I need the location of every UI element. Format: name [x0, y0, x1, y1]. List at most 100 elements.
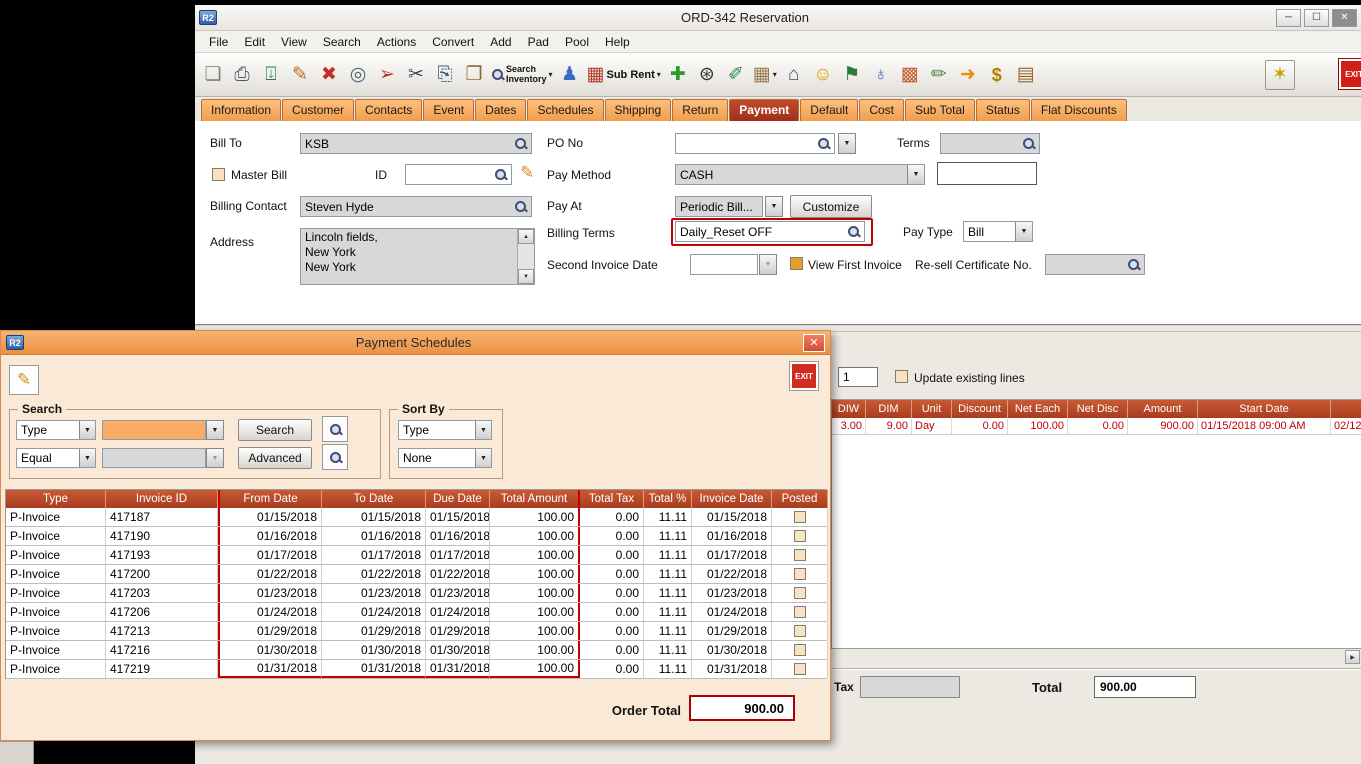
search-icon[interactable]: [494, 168, 507, 181]
search-text-dropdown-button[interactable]: [206, 420, 224, 440]
smiley-button[interactable]: ☺: [809, 57, 837, 93]
customize-button[interactable]: Customize: [790, 195, 872, 218]
sort-type-combo[interactable]: Type: [398, 420, 492, 440]
search-operator-combo[interactable]: Equal: [16, 448, 96, 468]
column-header[interactable]: Due Date: [426, 490, 490, 508]
convert-button[interactable]: ➢: [373, 57, 401, 93]
menu-item-file[interactable]: File: [201, 33, 236, 51]
table-row[interactable]: P-Invoice41719001/16/201801/16/201801/16…: [6, 527, 827, 546]
dropdown-arrow-icon[interactable]: ▾: [773, 70, 777, 79]
notes-button[interactable]: ✐: [722, 57, 750, 93]
edit-notes-button[interactable]: ✏: [925, 57, 953, 93]
column-header[interactable]: Net Each: [1008, 400, 1068, 418]
advanced-button[interactable]: Advanced: [238, 447, 312, 469]
close-button[interactable]: ✕: [1332, 9, 1357, 27]
tools-button[interactable]: ✶: [1265, 60, 1295, 90]
quantity-field[interactable]: 1: [838, 367, 878, 387]
column-header[interactable]: Total Amount: [490, 490, 580, 508]
chevron-down-icon[interactable]: [907, 165, 924, 184]
sub-rent-button[interactable]: ▦Sub Rent▾: [585, 57, 663, 93]
menu-item-edit[interactable]: Edit: [236, 33, 273, 51]
chevron-down-icon[interactable]: [475, 449, 491, 467]
pay-at-field[interactable]: Periodic Bill...: [675, 196, 763, 217]
minimize-button[interactable]: ─: [1276, 9, 1301, 27]
table-row[interactable]: P-Invoice41721901/31/201801/31/201801/31…: [6, 660, 827, 679]
column-header[interactable]: Invoice ID: [106, 490, 218, 508]
maximize-button[interactable]: ☐: [1304, 9, 1329, 27]
menu-item-help[interactable]: Help: [597, 33, 638, 51]
tax-field[interactable]: [860, 676, 960, 698]
view-button[interactable]: ◎: [344, 57, 372, 93]
tab-payment[interactable]: Payment: [729, 99, 799, 121]
posted-checkbox[interactable]: [794, 568, 806, 580]
tab-information[interactable]: Information: [201, 99, 281, 121]
id-field[interactable]: [405, 164, 512, 185]
table-row[interactable]: P-Invoice41718701/15/201801/15/201801/15…: [6, 508, 827, 527]
flag-button[interactable]: ⚑: [838, 57, 866, 93]
menu-item-convert[interactable]: Convert: [424, 33, 482, 51]
tab-shipping[interactable]: Shipping: [605, 99, 672, 121]
column-header[interactable]: Type: [6, 490, 106, 508]
chevron-down-icon[interactable]: [1015, 222, 1032, 241]
tab-flat-discounts[interactable]: Flat Discounts: [1031, 99, 1127, 121]
menu-item-actions[interactable]: Actions: [369, 33, 424, 51]
search-value-field[interactable]: [102, 448, 206, 468]
search-find-button[interactable]: [322, 416, 348, 442]
menu-item-search[interactable]: Search: [315, 33, 369, 51]
cubes-button[interactable]: ▩: [896, 57, 924, 93]
briefcase-button[interactable]: ▤: [1012, 57, 1040, 93]
tab-customer[interactable]: Customer: [282, 99, 354, 121]
tab-event[interactable]: Event: [423, 99, 474, 121]
table-row[interactable]: P-Invoice41721601/30/201801/30/201801/30…: [6, 641, 827, 660]
table-row[interactable]: P-Invoice41720301/23/201801/23/201801/23…: [6, 584, 827, 603]
search-icon[interactable]: [514, 200, 527, 213]
table-row[interactable]: P-Invoice41720601/24/201801/24/201801/24…: [6, 603, 827, 622]
add-button[interactable]: ✚: [664, 57, 692, 93]
view-first-invoice-checkbox[interactable]: [790, 257, 803, 270]
paste-button[interactable]: ❐: [460, 57, 488, 93]
column-header[interactable]: DIW: [832, 400, 866, 418]
column-header[interactable]: Invoice Date: [692, 490, 772, 508]
second-invoice-date-field[interactable]: [690, 254, 758, 275]
column-header[interactable]: Amount: [1128, 400, 1198, 418]
advanced-find-button[interactable]: [322, 444, 348, 470]
chevron-down-icon[interactable]: [475, 421, 491, 439]
tab-default[interactable]: Default: [800, 99, 858, 121]
search-icon[interactable]: [514, 137, 527, 150]
cut-button[interactable]: ✂: [402, 57, 430, 93]
column-header[interactable]: Unit: [912, 400, 952, 418]
search-text-field[interactable]: [102, 420, 206, 440]
column-header[interactable]: Net Disc: [1068, 400, 1128, 418]
dropdown-arrow-icon[interactable]: ▾: [657, 70, 661, 79]
edit-button[interactable]: ✎: [286, 57, 314, 93]
search-button[interactable]: Search: [238, 419, 312, 441]
copy-button[interactable]: ⎘: [431, 57, 459, 93]
column-header[interactable]: From Date: [218, 490, 322, 508]
lines-grid-row[interactable]: 3.009.00Day0.00100.000.00900.0001/15/201…: [832, 418, 1361, 435]
pay-at-dropdown-button[interactable]: [765, 196, 783, 217]
scroll-down-icon[interactable]: [518, 269, 534, 284]
search-type-combo[interactable]: Type: [16, 420, 96, 440]
pool-button[interactable]: ⊛: [693, 57, 721, 93]
toolbar-exit-button[interactable]: EXIT: [1339, 59, 1361, 89]
sort-order-combo[interactable]: None: [398, 448, 492, 468]
menu-item-pool[interactable]: Pool: [557, 33, 597, 51]
tab-schedules[interactable]: Schedules: [527, 99, 603, 121]
column-header[interactable]: Total Tax: [580, 490, 644, 508]
tab-cost[interactable]: Cost: [859, 99, 904, 121]
address-scrollbar[interactable]: [517, 229, 534, 284]
dialog-exit-button[interactable]: EXIT: [790, 362, 818, 390]
posted-checkbox[interactable]: [794, 606, 806, 618]
column-header[interactable]: Posted: [772, 490, 828, 508]
po-no-field[interactable]: [675, 133, 835, 154]
posted-checkbox[interactable]: [794, 663, 806, 675]
table-row[interactable]: P-Invoice41719301/17/201801/17/201801/17…: [6, 546, 827, 565]
column-header[interactable]: Discount: [952, 400, 1008, 418]
column-header[interactable]: [1331, 400, 1361, 418]
table-row[interactable]: P-Invoice41720001/22/201801/22/201801/22…: [6, 565, 827, 584]
pay-method-extra-field[interactable]: [937, 162, 1037, 185]
column-header[interactable]: Start Date: [1198, 400, 1331, 418]
tab-return[interactable]: Return: [672, 99, 728, 121]
address-field[interactable]: Lincoln fields, New York New York: [300, 228, 535, 285]
dialog-close-button[interactable]: ✕: [803, 334, 825, 352]
